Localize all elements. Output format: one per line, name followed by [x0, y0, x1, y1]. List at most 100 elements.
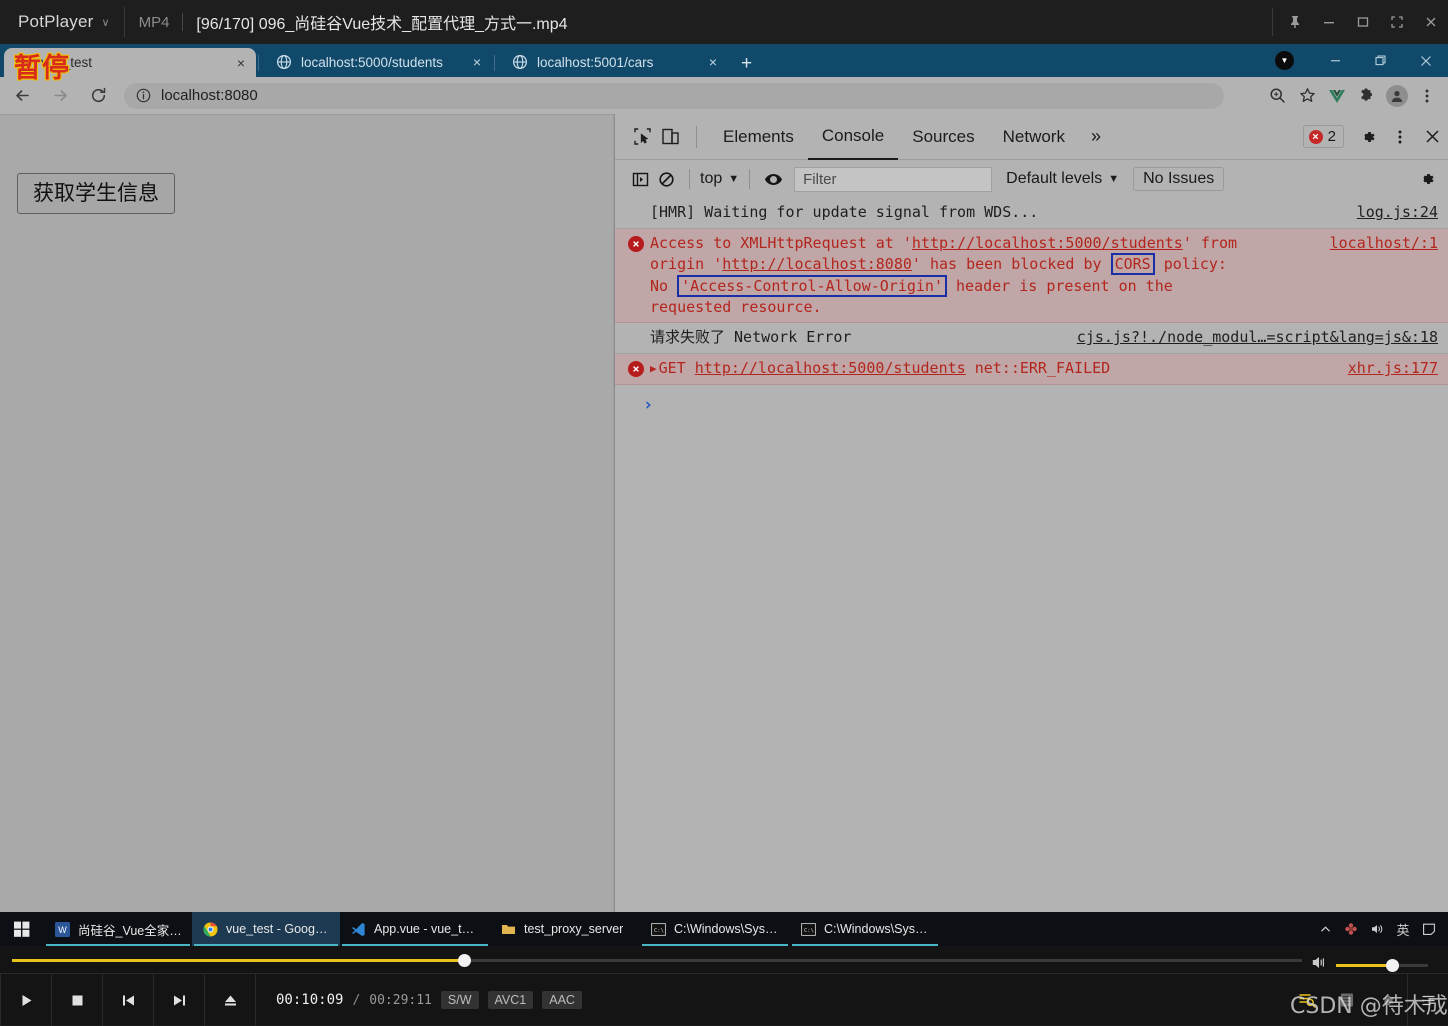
- vue-devtools-icon[interactable]: [1322, 81, 1352, 111]
- restore-icon[interactable]: [1358, 44, 1403, 77]
- get-msg-url[interactable]: http://localhost:5000/students: [695, 359, 966, 377]
- console-message-cors-error[interactable]: Access to XMLHttpRequest at 'http://loca…: [615, 229, 1448, 324]
- minimize-icon[interactable]: [1313, 44, 1358, 77]
- previous-icon[interactable]: [103, 974, 154, 1026]
- seek-bar[interactable]: [12, 954, 1302, 967]
- chevron-down-icon[interactable]: ∨: [102, 16, 110, 29]
- console-message-source[interactable]: localhost/:1: [1330, 234, 1438, 252]
- new-tab-button[interactable]: +: [741, 54, 752, 73]
- inspect-element-icon[interactable]: [628, 123, 656, 151]
- profile-avatar-icon[interactable]: [1386, 84, 1408, 107]
- taskbar-item-test-proxy-server[interactable]: test_proxy_server: [490, 912, 640, 946]
- chevron-up-icon[interactable]: [1312, 912, 1338, 946]
- media-format-label: MP4: [138, 13, 170, 31]
- browser-tab-title: localhost:5001/cars: [537, 54, 654, 70]
- console-message-text: Access to XMLHttpRequest at 'http://loca…: [615, 233, 1448, 318]
- console-levels-label: Default levels: [1006, 170, 1103, 187]
- transport-row: 00:10:09 / 00:29:11 S/W AVC1 AAC: [0, 973, 1448, 1026]
- svg-text:C:\: C:\: [804, 928, 814, 934]
- taskbar-item-cmd-1[interactable]: C:\ C:\Windows\System...: [640, 912, 790, 946]
- taskbar-item-vscode[interactable]: App.vue - vue_test -...: [340, 912, 490, 946]
- play-icon[interactable]: [0, 974, 52, 1026]
- volume-handle[interactable]: [1386, 958, 1400, 972]
- profile-badge-icon[interactable]: ▼: [1275, 51, 1294, 70]
- console-sidebar-icon[interactable]: [627, 166, 653, 192]
- titlebar-right-divider: [1272, 8, 1273, 36]
- device-toolbar-icon[interactable]: [656, 123, 684, 151]
- close-icon[interactable]: ×: [473, 54, 481, 70]
- windows-start-icon[interactable]: [0, 912, 44, 946]
- console-log-levels-dropdown[interactable]: Default levels ▼: [1006, 170, 1119, 188]
- svg-text:C:\: C:\: [654, 928, 664, 934]
- error-count-badge[interactable]: 2: [1302, 125, 1344, 148]
- console-context-selector[interactable]: top ▼: [700, 170, 739, 188]
- live-expression-eye-icon[interactable]: [760, 166, 786, 192]
- console-settings-gear-icon[interactable]: [1414, 166, 1440, 192]
- seek-handle[interactable]: [457, 954, 471, 967]
- more-options-icon[interactable]: [1384, 114, 1416, 159]
- console-message-network-error[interactable]: 请求失败了 Network Error cjs.js?!./node_modul…: [615, 323, 1448, 355]
- stop-icon[interactable]: [52, 974, 103, 1026]
- vscode-icon: [350, 921, 366, 937]
- close-icon[interactable]: ×: [237, 55, 245, 71]
- info-circle-icon[interactable]: [136, 88, 151, 103]
- fullscreen-icon[interactable]: [1380, 0, 1414, 44]
- potplayer-titlebar: PotPlayer ∨ MP4 [96/170] 096_尚硅谷Vue技术_配置…: [0, 0, 1448, 44]
- close-icon[interactable]: [1416, 114, 1448, 159]
- taskbar-item-cmd-2[interactable]: C:\ C:\Windows\System...: [790, 912, 940, 946]
- minimize-icon[interactable]: [1312, 0, 1346, 44]
- devtools-tab-sources[interactable]: Sources: [898, 114, 988, 159]
- maximize-icon[interactable]: [1346, 0, 1380, 44]
- console-filter-input[interactable]: Filter: [794, 166, 993, 192]
- browser-tab-localhost-students[interactable]: localhost:5000/students ×: [264, 47, 492, 77]
- chrome-toolbar: localhost:8080: [0, 77, 1448, 114]
- notification-icon[interactable]: [1416, 912, 1442, 946]
- devtools-tab-console[interactable]: Console: [807, 113, 899, 160]
- taskbar-item-label: C:\Windows\System...: [824, 922, 930, 936]
- console-message-source[interactable]: log.js:24: [1357, 203, 1438, 221]
- gear-icon[interactable]: [1352, 114, 1384, 159]
- taskbar-item-word[interactable]: W 尚硅谷_Vue全家桶.d...: [44, 912, 192, 946]
- speaker-icon[interactable]: [1364, 912, 1390, 946]
- next-icon[interactable]: [154, 974, 205, 1026]
- audio-codec-chip: AAC: [542, 991, 582, 1009]
- cors-msg-p0: Access to XMLHttpRequest at ': [650, 234, 912, 252]
- zoom-icon[interactable]: [1262, 81, 1292, 111]
- browser-tab-localhost-cars[interactable]: localhost:5001/cars ×: [500, 47, 728, 77]
- volume-slider[interactable]: [1336, 958, 1428, 972]
- console-output[interactable]: [HMR] Waiting for update signal from WDS…: [615, 198, 1448, 912]
- chrome-menu-icon[interactable]: [1412, 81, 1442, 111]
- no-issues-button[interactable]: No Issues: [1133, 167, 1225, 191]
- address-bar[interactable]: localhost:8080: [124, 82, 1224, 109]
- extensions-puzzle-icon[interactable]: [1352, 81, 1382, 111]
- console-prompt-row[interactable]: ›: [615, 385, 1448, 425]
- console-message-source[interactable]: xhr.js:177: [1348, 359, 1438, 377]
- devtools-tab-elements[interactable]: Elements: [709, 114, 808, 159]
- devtools-header-actions: 2: [1302, 114, 1448, 159]
- console-message-get-failed[interactable]: ▶ GET http://localhost:5000/students net:…: [615, 354, 1448, 386]
- potplayer-app-name: PotPlayer: [18, 12, 94, 31]
- ime-language-indicator[interactable]: 英: [1390, 912, 1416, 946]
- expand-triangle-icon[interactable]: ▶: [650, 361, 657, 377]
- taskbar-item-chrome[interactable]: vue_test - Google C...: [192, 912, 340, 946]
- console-filter-bar: top ▼ Filter Default levels ▼ No Issues: [615, 160, 1448, 199]
- chrome-toolbar-actions: [1262, 77, 1442, 114]
- flower-icon[interactable]: [1338, 912, 1364, 946]
- devtools-tab-network[interactable]: Network: [989, 114, 1079, 159]
- cors-msg-url-origin[interactable]: http://localhost:8080: [722, 255, 912, 273]
- console-prompt-icon[interactable]: ›: [615, 385, 1448, 415]
- cors-msg-url-students[interactable]: http://localhost:5000/students: [912, 234, 1183, 252]
- console-message-hmr[interactable]: [HMR] Waiting for update signal from WDS…: [615, 198, 1448, 229]
- devtools-more-tabs-icon[interactable]: »: [1079, 126, 1113, 147]
- reload-icon[interactable]: [82, 80, 114, 112]
- bookmark-star-icon[interactable]: [1292, 81, 1322, 111]
- clear-console-icon[interactable]: [653, 166, 679, 192]
- close-icon[interactable]: [1414, 0, 1448, 44]
- close-icon[interactable]: ×: [709, 54, 717, 70]
- close-icon[interactable]: [1403, 44, 1448, 77]
- windows-taskbar: W 尚硅谷_Vue全家桶.d... vue_test - Google C...…: [0, 912, 1448, 946]
- console-message-source[interactable]: cjs.js?!./node_modul…=script&lang=js&:18: [1077, 328, 1438, 346]
- pin-icon[interactable]: [1278, 0, 1312, 44]
- get-students-button[interactable]: 获取学生信息: [17, 173, 175, 214]
- eject-icon[interactable]: [205, 974, 256, 1026]
